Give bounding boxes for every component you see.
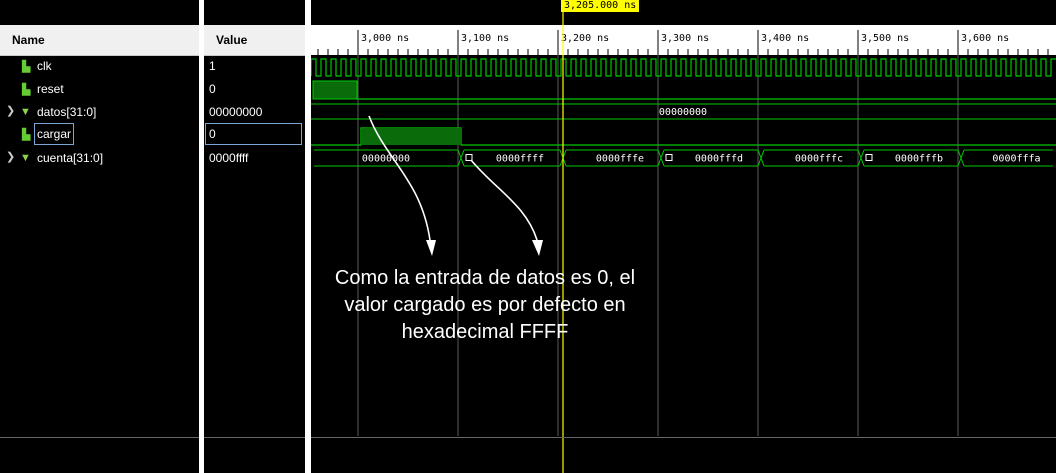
bit-signal-icon: ▙ xyxy=(22,129,31,141)
cargar-high-pulse xyxy=(362,128,461,145)
annotation-text: Como la entrada de datos es 0, el valor … xyxy=(310,265,660,346)
tick-label: 3,300 ns xyxy=(661,33,709,44)
bus-transition xyxy=(457,149,465,167)
bus-value-label: 0000fffc xyxy=(795,154,843,165)
signal-row-reset[interactable]: ▙ reset xyxy=(0,78,199,100)
bit-signal-icon: ▙ xyxy=(22,61,31,73)
signal-value: 1 xyxy=(209,59,216,73)
annotation-line: Como la entrada de datos es 0, el xyxy=(334,267,636,289)
bus-glitch-marker xyxy=(465,154,473,161)
cursor-time-label[interactable]: 3,205.000 ns xyxy=(561,0,640,12)
arrow-head xyxy=(426,240,436,256)
waveform-divider xyxy=(311,437,1056,438)
signal-value-panel: Value 1 0 00000000 0 0000ffff xyxy=(204,0,305,473)
panel-divider xyxy=(204,437,305,438)
panel-divider xyxy=(0,437,199,438)
bus-transition xyxy=(757,149,765,167)
tick-label: 3,500 ns xyxy=(861,33,909,44)
annotation-line: hexadecimal FFFF xyxy=(401,321,569,343)
expand-chevron-icon[interactable]: ❯ xyxy=(6,104,15,117)
tick-label: 3,200 ns xyxy=(561,33,609,44)
signal-name-selected: cargar xyxy=(34,123,75,145)
bus-glitch-marker xyxy=(665,154,673,161)
bus-value-label: 0000fffd xyxy=(695,154,743,165)
signal-name: cuenta[31:0] xyxy=(37,151,104,165)
arrow-head xyxy=(532,240,543,256)
signal-name-panel: Name ▙ clk ▙ reset ❯ ▼ datos[31:0] ▙ car… xyxy=(0,0,199,473)
value-row-cuenta: 0000ffff xyxy=(204,147,305,169)
signal-row-cargar[interactable]: ▙ cargar xyxy=(0,123,199,145)
signal-value: 00000000 xyxy=(209,105,263,119)
signal-row-datos[interactable]: ❯ ▼ datos[31:0] xyxy=(0,101,199,123)
value-header-label: Value xyxy=(216,33,248,47)
bus-glitch-marker xyxy=(865,154,873,161)
reset-high-pulse xyxy=(312,80,358,100)
signal-value: 0000ffff xyxy=(209,151,249,165)
signal-row-cuenta[interactable]: ❯ ▼ cuenta[31:0] xyxy=(0,147,199,169)
clk-waveform xyxy=(311,58,1056,77)
bit-signal-icon: ▙ xyxy=(22,84,31,96)
bus-signal-icon: ▼ xyxy=(20,106,31,118)
signal-name: clk xyxy=(37,59,52,73)
bus-value-label: 00000000 xyxy=(659,107,707,118)
signal-value: 0 xyxy=(209,82,216,96)
waveform-area[interactable]: 3,000 ns 3,100 ns 3,200 ns 3,300 ns 3,400 ns… xyxy=(311,0,1056,473)
name-header-label: Name xyxy=(12,33,45,47)
bus-value-label: 0000ffff xyxy=(496,154,544,165)
signal-name: reset xyxy=(37,82,64,96)
bus-value-label: 0000fffa xyxy=(992,154,1040,165)
value-row-cargar[interactable]: 0 xyxy=(204,123,305,145)
bus-signal-icon: ▼ xyxy=(20,152,31,164)
bus-value-label: 0000fffb xyxy=(895,154,943,165)
tick-label: 3,000 ns xyxy=(361,33,409,44)
bus-value-label: 00000000 xyxy=(362,154,410,165)
bus-transition xyxy=(857,149,865,167)
value-row-reset: 0 xyxy=(204,78,305,100)
waveform-canvas: 3,000 ns 3,100 ns 3,200 ns 3,300 ns 3,400 ns… xyxy=(311,0,1056,473)
value-row-clk: 1 xyxy=(204,55,305,77)
name-column-header[interactable]: Name xyxy=(0,25,199,56)
bus-value-label: 0000fffe xyxy=(596,154,644,165)
value-row-datos: 00000000 xyxy=(204,101,305,123)
annotation-line: valor cargado es por defecto en xyxy=(344,294,626,316)
bus-transition xyxy=(957,149,965,167)
tick-label: 3,400 ns xyxy=(761,33,809,44)
signal-row-clk[interactable]: ▙ clk xyxy=(0,55,199,77)
tick-label: 3,100 ns xyxy=(461,33,509,44)
annotation-arrow xyxy=(470,159,538,241)
value-column-header[interactable]: Value xyxy=(204,25,305,56)
signal-value-selected: 0 xyxy=(205,123,302,145)
expand-chevron-icon[interactable]: ❯ xyxy=(6,150,15,163)
bus-transition xyxy=(657,149,665,167)
tick-label: 3,600 ns xyxy=(961,33,1009,44)
signal-name: datos[31:0] xyxy=(37,105,97,119)
